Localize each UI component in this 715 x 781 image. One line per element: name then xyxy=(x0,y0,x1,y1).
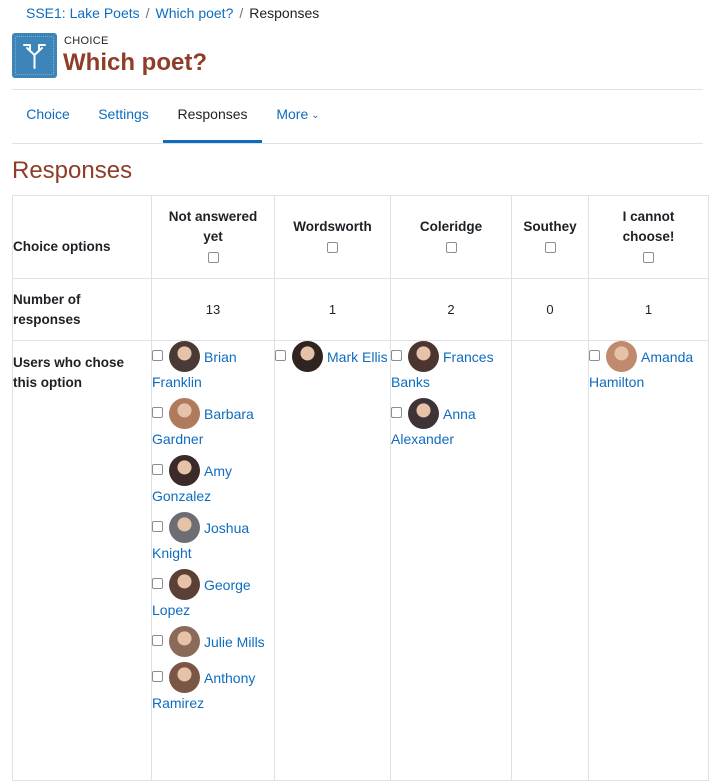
user-entry: Mark Ellis xyxy=(275,341,390,372)
user-entry: Barbara Gardner xyxy=(152,398,274,450)
section-title: Responses xyxy=(12,157,133,184)
row-label: Number of responses xyxy=(12,278,152,341)
page-title: Which poet? xyxy=(63,49,207,76)
user-checkbox[interactable] xyxy=(391,407,402,418)
response-count: 0 xyxy=(511,278,589,341)
user-checkbox[interactable] xyxy=(152,521,163,532)
users-row: Users who chose this option Brian Frankl… xyxy=(12,340,709,781)
user-entry: Julie Mills xyxy=(152,626,274,657)
user-checkbox[interactable] xyxy=(589,350,600,361)
user-checkbox[interactable] xyxy=(152,407,163,418)
response-count: 2 xyxy=(390,278,512,341)
users-cell xyxy=(511,340,589,781)
select-all-checkbox[interactable] xyxy=(445,241,457,253)
user-name-link[interactable]: Barbara Gardner xyxy=(152,406,254,447)
users-cell: Mark Ellis xyxy=(274,340,391,781)
choice-signpost-icon xyxy=(12,33,57,78)
user-name-link[interactable]: Julie Mills xyxy=(204,634,265,650)
tab-more[interactable]: More ⌄ xyxy=(262,90,334,143)
user-entry: Amy Gonzalez xyxy=(152,455,274,507)
response-count-row: Number of responses 13 1 2 0 1 xyxy=(12,278,709,341)
choice-options-row: Choice options Not answered yet Wordswor… xyxy=(12,195,709,279)
row-label: Users who chose this option xyxy=(12,340,152,781)
user-entry: Joshua Knight xyxy=(152,512,274,564)
response-count: 1 xyxy=(588,278,709,341)
user-checkbox[interactable] xyxy=(152,635,163,646)
chevron-down-icon: ⌄ xyxy=(311,110,320,121)
option-header: Not answered yet xyxy=(151,195,275,279)
select-all-checkbox[interactable] xyxy=(544,241,556,253)
user-name-link[interactable]: Anthony Ramirez xyxy=(152,670,255,711)
activity-purpose-label: CHOICE xyxy=(64,35,109,47)
user-entry: Amanda Hamilton xyxy=(589,341,708,393)
avatar[interactable] xyxy=(408,341,439,372)
select-all-checkbox[interactable] xyxy=(207,251,219,263)
avatar[interactable] xyxy=(169,569,200,600)
breadcrumb-separator: / xyxy=(145,5,150,21)
user-name-link[interactable]: Joshua Knight xyxy=(152,520,249,561)
responses-table: Choice options Not answered yet Wordswor… xyxy=(12,195,709,781)
user-checkbox[interactable] xyxy=(275,350,286,361)
option-header: Coleridge xyxy=(390,195,512,279)
tab-settings[interactable]: Settings xyxy=(84,90,163,143)
avatar[interactable] xyxy=(169,512,200,543)
user-name-link[interactable]: Amanda Hamilton xyxy=(589,349,693,390)
breadcrumb-activity-link[interactable]: Which poet? xyxy=(156,5,234,21)
breadcrumb-separator: / xyxy=(239,5,244,21)
user-checkbox[interactable] xyxy=(391,350,402,361)
user-entry: Anthony Ramirez xyxy=(152,662,274,714)
tab-choice[interactable]: Choice xyxy=(12,90,84,143)
secondary-navigation: Choice Settings Responses More ⌄ xyxy=(12,90,703,144)
avatar[interactable] xyxy=(292,341,323,372)
option-header: Wordsworth xyxy=(274,195,391,279)
option-header: I cannot choose! xyxy=(588,195,709,279)
row-label: Choice options xyxy=(12,195,152,279)
select-all-checkbox[interactable] xyxy=(327,241,338,253)
avatar[interactable] xyxy=(169,341,200,372)
user-entry: Anna Alexander xyxy=(391,398,511,450)
user-checkbox[interactable] xyxy=(152,464,163,475)
breadcrumb-course-link[interactable]: SSE1: Lake Poets xyxy=(26,5,140,21)
avatar[interactable] xyxy=(169,398,200,429)
avatar[interactable] xyxy=(169,626,200,657)
avatar[interactable] xyxy=(169,455,200,486)
user-checkbox[interactable] xyxy=(152,578,163,589)
user-checkbox[interactable] xyxy=(152,671,163,682)
response-count: 13 xyxy=(151,278,275,341)
select-all-checkbox[interactable] xyxy=(643,251,654,263)
breadcrumb: SSE1: Lake Poets / Which poet? / Responses xyxy=(26,5,319,21)
users-cell: Frances Banks Anna Alexander xyxy=(390,340,512,781)
option-header: Southey xyxy=(511,195,589,279)
tab-responses[interactable]: Responses xyxy=(163,90,262,143)
response-count: 1 xyxy=(274,278,391,341)
user-name-link[interactable]: Frances Banks xyxy=(391,349,494,390)
user-entry: George Lopez xyxy=(152,569,274,621)
user-checkbox[interactable] xyxy=(152,350,163,361)
users-cell: Amanda Hamilton xyxy=(588,340,709,781)
user-name-link[interactable]: George Lopez xyxy=(152,577,251,618)
users-cell: Brian Franklin Barbara Gardner Amy Gonzale… xyxy=(151,340,275,781)
avatar[interactable] xyxy=(169,662,200,693)
breadcrumb-current: Responses xyxy=(249,5,320,21)
user-name-link[interactable]: Mark Ellis xyxy=(327,349,388,365)
user-entry: Frances Banks xyxy=(391,341,511,393)
avatar[interactable] xyxy=(408,398,439,429)
avatar[interactable] xyxy=(606,341,637,372)
user-entry: Brian Franklin xyxy=(152,341,274,393)
